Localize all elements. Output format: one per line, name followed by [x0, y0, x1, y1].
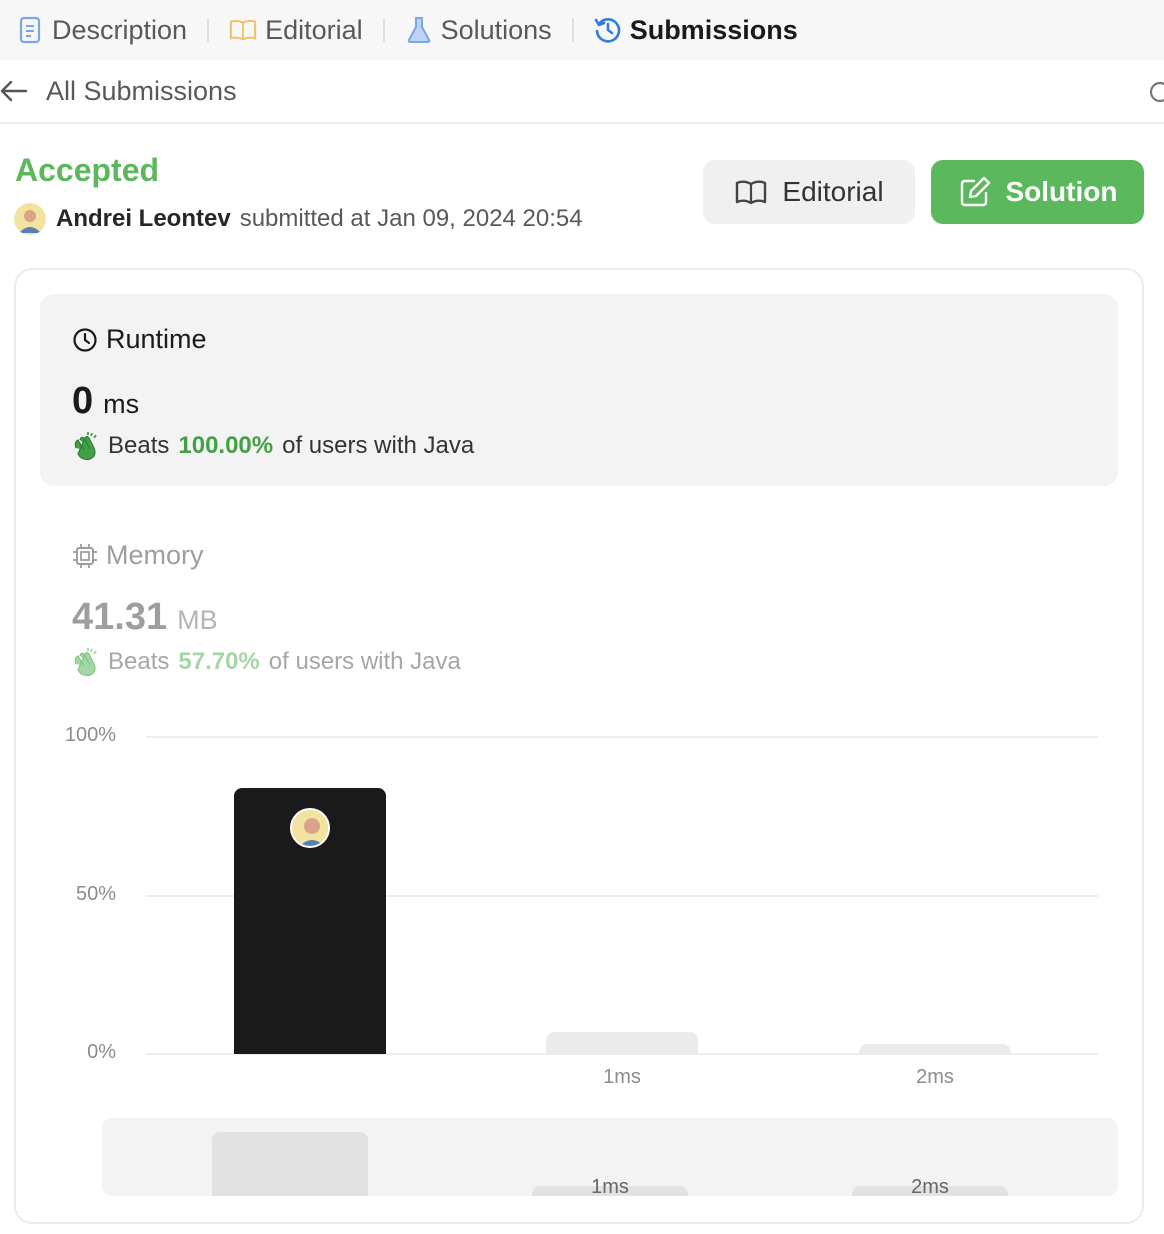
all-submissions-link[interactable]: All Submissions: [46, 76, 237, 107]
tab-label: Editorial: [265, 14, 363, 45]
tab-divider: [571, 18, 574, 42]
runtime-heading: Runtime: [72, 324, 207, 355]
edit-icon: [958, 175, 992, 209]
runtime-label: Runtime: [106, 324, 207, 354]
chart-overview-brush[interactable]: 1ms 2ms: [102, 1118, 1118, 1196]
memory-label: Memory: [106, 540, 204, 570]
beats-percent: 57.70%: [178, 648, 260, 675]
runtime-unit: ms: [103, 389, 140, 419]
submitted-time: submitted at Jan 09, 2024 20:54: [239, 205, 583, 232]
book-icon: [229, 16, 257, 44]
clap-icon: [70, 646, 102, 678]
beats-suffix: of users with Java: [268, 648, 461, 675]
overview-tick-label: 2ms: [911, 1176, 949, 1196]
tab-divider: [207, 18, 210, 42]
book-icon: [734, 175, 768, 209]
runtime-beats: Beats 100.00% of users with Java: [70, 430, 474, 462]
solution-button[interactable]: Solution: [931, 160, 1144, 224]
tab-submissions[interactable]: Submissions: [588, 5, 804, 55]
submissions-header: All Submissions: [0, 60, 1164, 124]
editorial-button-label: Editorial: [782, 176, 884, 207]
memory-number: 41.31: [72, 596, 168, 638]
beats-prefix: Beats: [108, 432, 170, 459]
runtime-value: 0 ms: [72, 380, 139, 423]
user-name[interactable]: Andrei Leontev: [56, 205, 231, 233]
tab-editorial[interactable]: Editorial: [223, 5, 369, 55]
clap-icon: [70, 430, 102, 462]
beats-suffix: of users with Java: [282, 432, 475, 459]
history-icon: [594, 16, 622, 44]
memory-heading[interactable]: Memory: [72, 540, 204, 571]
flask-icon: [405, 16, 433, 44]
editorial-button[interactable]: Editorial: [703, 160, 915, 224]
tab-solutions[interactable]: Solutions: [399, 5, 558, 55]
tab-label: Solutions: [440, 14, 552, 45]
tab-label: Submissions: [629, 14, 798, 45]
memory-unit: MB: [177, 605, 218, 635]
chip-icon: [72, 543, 98, 569]
runtime-number: 0: [72, 380, 94, 422]
memory-beats: Beats 57.70% of users with Java: [70, 646, 461, 678]
overview-bar: [212, 1132, 368, 1196]
overview-tick-label: 1ms: [591, 1176, 629, 1196]
submitter-info: Andrei Leontev submitted at Jan 09, 2024…: [14, 203, 583, 235]
clock-icon: [72, 327, 98, 353]
tab-bar: Description Editorial Solutions Submissi…: [0, 0, 1164, 60]
back-arrow-icon[interactable]: [0, 76, 30, 106]
tab-divider: [382, 18, 385, 42]
memory-value: 41.31 MB: [72, 596, 218, 639]
description-icon: [16, 16, 44, 44]
solution-button-label: Solution: [1005, 176, 1118, 207]
tab-label: Description: [52, 14, 188, 45]
status-accepted: Accepted: [15, 152, 160, 188]
tab-description[interactable]: Description: [10, 5, 193, 55]
beats-prefix: Beats: [108, 648, 170, 675]
beats-percent: 100.00%: [178, 432, 274, 459]
avatar[interactable]: [14, 203, 46, 235]
link-icon[interactable]: [1146, 78, 1164, 106]
